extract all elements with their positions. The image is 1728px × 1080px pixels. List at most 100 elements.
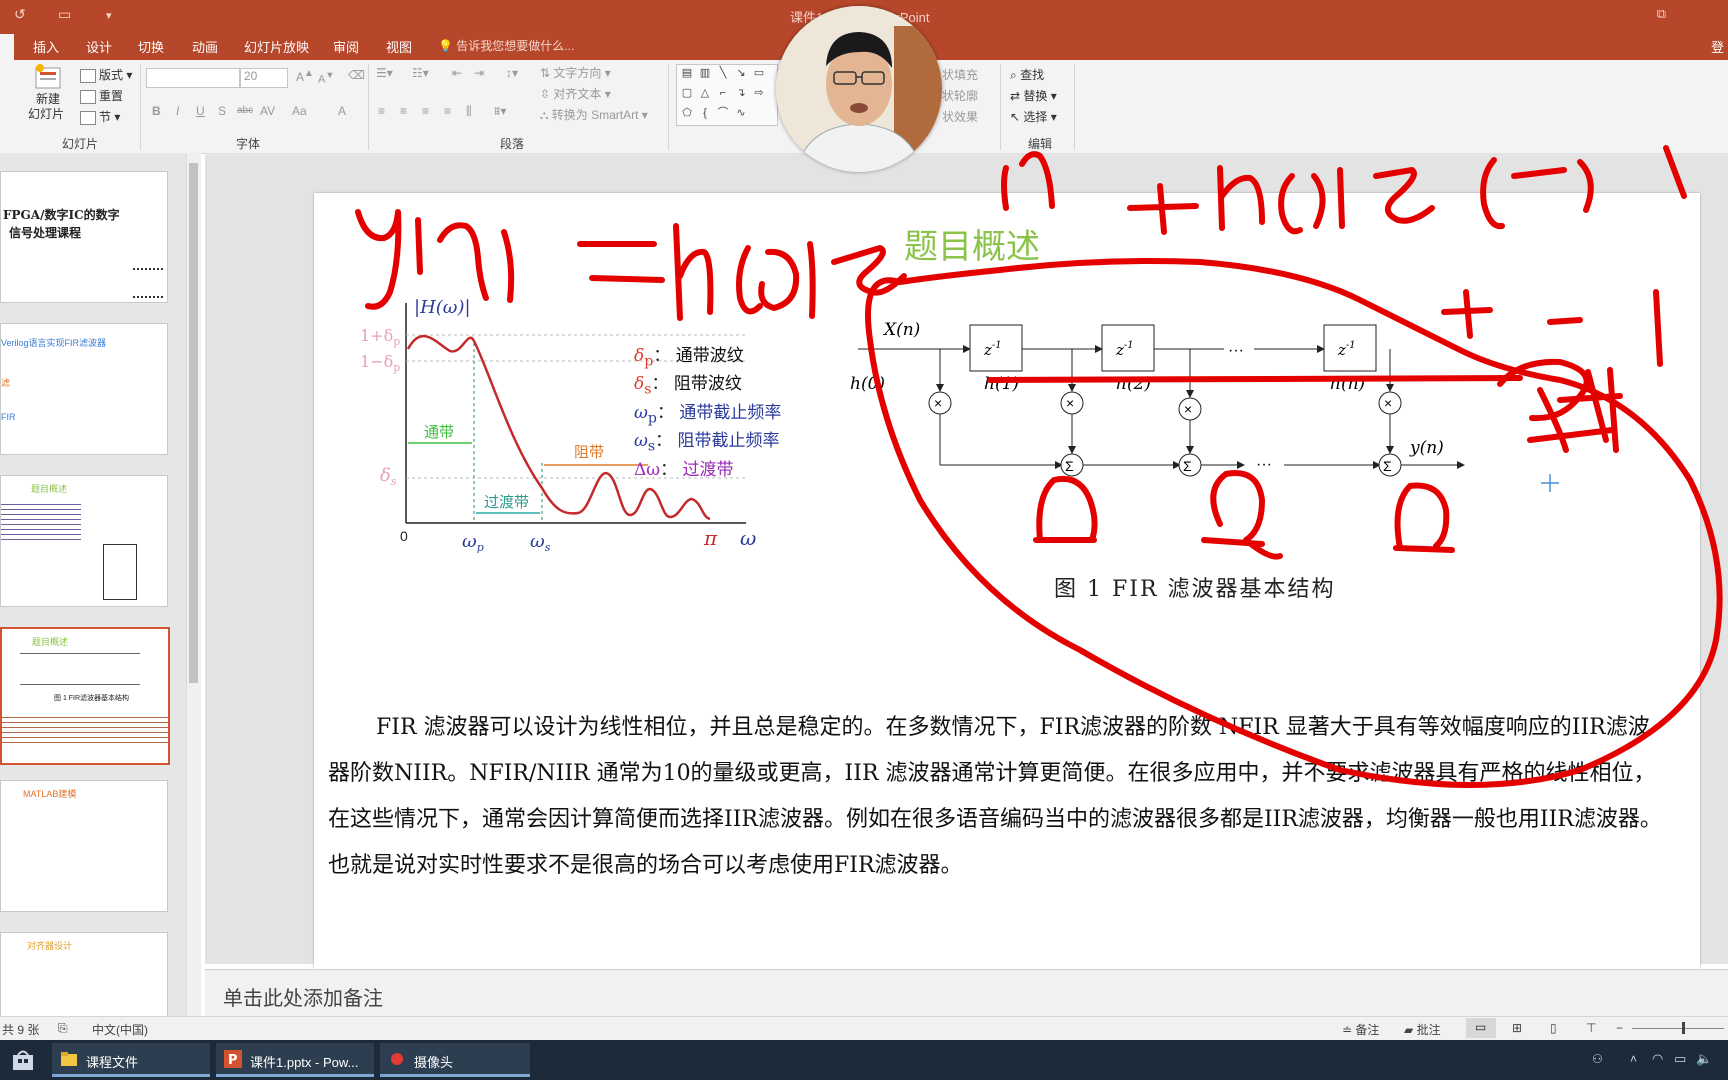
bullets-icon[interactable]: ☰▾	[376, 66, 393, 80]
comments-toggle-button[interactable]: ▰ 批注	[1404, 1021, 1441, 1038]
volume-icon[interactable]: 🔈	[1696, 1051, 1712, 1067]
slideshow-view-icon[interactable]: ⊤	[1586, 1021, 1596, 1035]
replace-button[interactable]: ⇄ 替换 ▾	[1010, 87, 1057, 104]
clear-formatting-icon[interactable]: ⌫	[348, 68, 365, 82]
tab-design[interactable]: 设计	[86, 37, 112, 56]
change-case-button[interactable]: Aa	[292, 104, 307, 118]
font-color-button[interactable]: A	[338, 104, 346, 118]
curve-shape-icon[interactable]: ⌒	[715, 107, 731, 119]
shapes-gallery[interactable]: ▤ ▥ ╲ ↘ ▭ ▢ △ ⌐ ↴ ⇨ ⬠ { ⌒ ∿	[676, 64, 778, 126]
increase-font-icon[interactable]: A▲	[296, 68, 314, 84]
battery-icon[interactable]: ▭	[1674, 1051, 1686, 1067]
select-button[interactable]: ↖ 选择 ▾	[1010, 108, 1057, 125]
vertical-textbox-icon[interactable]: ▥	[697, 67, 713, 79]
rounded-rect-shape-icon[interactable]: ▢	[679, 87, 695, 99]
increase-indent-icon[interactable]: ⇥	[474, 66, 484, 80]
italic-button[interactable]: I	[176, 104, 179, 118]
rectangle-shape-icon[interactable]: ▭	[751, 67, 767, 79]
customize-quick-access-icon[interactable]: ▾	[106, 9, 112, 22]
sign-in-link[interactable]: 登	[1711, 37, 1724, 56]
undo-icon[interactable]: ↺	[14, 6, 26, 23]
font-size-input[interactable]: 20	[240, 68, 288, 88]
shape-effects-button[interactable]: 状效果	[942, 108, 978, 125]
textbox-shape-icon[interactable]: ▤	[679, 67, 695, 79]
brace-shape-icon[interactable]: {	[697, 107, 713, 119]
justify-icon[interactable]: ≡	[444, 104, 451, 118]
strikethrough-button[interactable]: abc	[237, 105, 253, 116]
people-icon[interactable]: ⚇	[1592, 1052, 1603, 1066]
language-indicator[interactable]: 中文(中国)	[92, 1021, 148, 1038]
slide-thumbnail-5[interactable]: MATLAB建模	[0, 780, 168, 912]
align-center-icon[interactable]: ≡	[400, 104, 407, 118]
font-name-input[interactable]	[146, 68, 240, 88]
slide-thumbnail-2[interactable]: Verilog语言实现FIR滤波器 滤 FIR	[0, 323, 168, 455]
slide-sorter-icon[interactable]: ⊞	[1512, 1021, 1522, 1035]
tray-expand-icon[interactable]: ˄	[1630, 1052, 1637, 1066]
zoom-slider[interactable]	[1632, 1028, 1724, 1029]
folder-icon	[61, 1052, 77, 1066]
convert-smartart-button[interactable]: ⛬ 转换为 SmartArt ▾	[540, 106, 648, 123]
taskbar-item-powerpoint[interactable]: P 课件1.pptx - Pow...	[216, 1043, 374, 1077]
new-slide-label-2[interactable]: 幻灯片	[28, 105, 64, 122]
align-left-icon[interactable]: ≡	[378, 104, 385, 118]
line-shape-icon[interactable]: ╲	[715, 67, 731, 79]
tell-me-search[interactable]: 💡 告诉我您想要做什么...	[438, 37, 574, 54]
find-button[interactable]: ⌕ 查找	[1010, 66, 1044, 83]
spellcheck-icon[interactable]: ⎘	[58, 1021, 68, 1036]
slide[interactable]: 题目概述 |H(ω)| 1+δp 1−δp δs 通带 过渡带 阻带 0 ωp …	[314, 193, 1700, 969]
ribbon-display-options-icon[interactable]: ⧉	[1657, 6, 1666, 22]
tab-slideshow[interactable]: 幻灯片放映	[244, 37, 309, 56]
underline-button[interactable]: U	[196, 104, 205, 118]
reading-view-icon[interactable]: ▯	[1550, 1021, 1557, 1035]
slideshow-from-start-icon[interactable]: ▭	[58, 6, 71, 23]
slide-thumbnail-4-selected[interactable]: 题目概述 图 1 FIR滤波器基本结构	[0, 627, 170, 765]
line-spacing-icon[interactable]: ↕▾	[506, 66, 518, 80]
zoom-slider-thumb[interactable]	[1682, 1022, 1685, 1034]
notes-toggle-button[interactable]: ≐ 备注	[1342, 1021, 1379, 1038]
elbow-connector-icon[interactable]: ⌐	[715, 87, 731, 99]
right-arrow-shape-icon[interactable]: ⇨	[751, 87, 767, 99]
reset-button[interactable]: 重置	[80, 87, 123, 104]
section-button[interactable]: 节 ▾	[80, 108, 120, 125]
body-paragraph[interactable]: FIR 滤波器可以设计为线性相位，并且总是稳定的。在多数情况下，FIR滤波器的阶…	[328, 705, 1668, 889]
slide-title[interactable]: 题目概述	[904, 219, 1040, 268]
columns-icon[interactable]: ⫼	[466, 104, 472, 119]
tab-view[interactable]: 视图	[386, 37, 412, 56]
distributed-icon[interactable]: ⩩▾	[494, 104, 506, 119]
store-icon[interactable]	[10, 1048, 36, 1072]
bold-button[interactable]: B	[152, 104, 161, 118]
decrease-font-icon[interactable]: A▼	[318, 70, 334, 86]
notes-pane[interactable]: 单击此处添加备注	[205, 969, 1728, 1017]
zoom-out-icon[interactable]: −	[1616, 1021, 1623, 1035]
align-right-icon[interactable]: ≡	[422, 104, 429, 118]
layout-button[interactable]: 版式 ▾	[80, 66, 132, 83]
arrow-shape-icon[interactable]: ↘	[733, 67, 749, 79]
text-direction-button[interactable]: ⇅ 文字方向 ▾	[540, 64, 611, 81]
tab-transitions[interactable]: 切换	[138, 37, 164, 56]
tab-insert[interactable]: 插入	[33, 37, 59, 56]
freeform-shape-icon[interactable]: ∿	[733, 107, 749, 119]
decrease-indent-icon[interactable]: ⇤	[452, 66, 462, 80]
slide-thumbnail-6[interactable]: 对齐器设计	[0, 932, 168, 1024]
thumbnail-scrollbar-thumb[interactable]	[189, 163, 198, 683]
taskbar-item-camera[interactable]: 摄像头	[380, 1043, 530, 1077]
character-spacing-button[interactable]: AV	[260, 104, 275, 118]
pentagon-shape-icon[interactable]: ⬠	[679, 107, 695, 119]
triangle-shape-icon[interactable]: △	[697, 87, 713, 99]
slide-thumbnail-3[interactable]: 题目概述	[0, 475, 168, 607]
tab-home[interactable]	[0, 34, 14, 60]
shape-outline-button[interactable]: 状轮廓	[942, 87, 978, 104]
elbow-arrow-icon[interactable]: ↴	[733, 87, 749, 99]
tab-animations[interactable]: 动画	[192, 37, 218, 56]
tab-review[interactable]: 审阅	[333, 37, 359, 56]
align-text-button[interactable]: ⇳ 对齐文本 ▾	[540, 85, 611, 102]
shape-fill-button[interactable]: 状填充	[942, 66, 978, 83]
notes-placeholder[interactable]: 单击此处添加备注	[223, 982, 383, 1011]
svg-text:···: ···	[1228, 342, 1244, 359]
taskbar-item-folder[interactable]: 课程文件	[52, 1043, 210, 1077]
slide-thumbnail-1[interactable]: FPGA/数字IC的数字 信号处理课程	[0, 171, 168, 303]
normal-view-button[interactable]: ▭	[1466, 1018, 1496, 1038]
numbering-icon[interactable]: ☷▾	[412, 66, 429, 80]
shadow-button[interactable]: S	[218, 104, 226, 118]
wifi-icon[interactable]: ◠	[1652, 1051, 1663, 1067]
